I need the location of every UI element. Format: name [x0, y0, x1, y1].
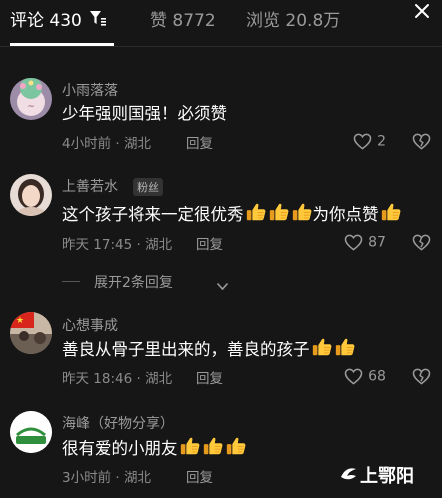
- comment-location: 湖北: [145, 237, 173, 253]
- comment-location: 湖北: [123, 470, 151, 486]
- comment-time: 昨天 18:46: [62, 371, 133, 387]
- svg-text:~: ~: [27, 102, 35, 112]
- tab-comments-count: 430: [49, 11, 82, 31]
- chevron-down-icon: [216, 276, 229, 295]
- reply-button[interactable]: 回复: [186, 132, 213, 152]
- like-button[interactable]: 87: [344, 232, 386, 251]
- thumbs-up-emoji: [245, 201, 267, 223]
- tab-views[interactable]: 浏览 20.8万: [246, 6, 340, 31]
- comment-meta: 昨天 17:45 · 湖北: [62, 237, 173, 253]
- watermark-swirl-icon: [341, 468, 356, 480]
- expand-divider: [62, 281, 80, 282]
- comment-username[interactable]: 小雨落落: [62, 80, 118, 100]
- filter-icon[interactable]: [89, 10, 106, 30]
- tab-views-label: 浏览: [246, 11, 280, 31]
- close-icon[interactable]: [414, 3, 430, 23]
- comment-location: 湖北: [123, 136, 151, 152]
- heart-outline-icon: [353, 133, 372, 150]
- expand-replies-label: 展开2条回复: [94, 275, 173, 291]
- broken-heart-icon[interactable]: [412, 133, 431, 154]
- comment-time: 昨天 17:45: [62, 237, 133, 253]
- fan-badge: 粉丝: [133, 178, 163, 196]
- comment-text-part: 这个孩子将来一定很优秀: [62, 205, 244, 224]
- comment-meta: 昨天 18:46 · 湖北: [62, 371, 173, 387]
- avatar[interactable]: ~: [10, 78, 52, 120]
- comment-username[interactable]: 上善若水: [62, 176, 118, 196]
- avatar[interactable]: [10, 411, 52, 453]
- thumbs-up-emoji: [202, 435, 224, 457]
- reply-button[interactable]: 回复: [196, 233, 223, 253]
- thumbs-up-emoji: [268, 201, 290, 223]
- tab-comments[interactable]: 评论 430: [10, 6, 82, 31]
- comment-text: 少年强则国强！必须赞: [62, 104, 227, 123]
- avatar[interactable]: [10, 174, 52, 216]
- broken-heart-icon[interactable]: [412, 368, 431, 389]
- thumbs-up-emoji: [334, 336, 356, 358]
- tab-likes[interactable]: 赞 8772: [150, 6, 216, 31]
- tab-likes-label: 赞: [150, 11, 167, 31]
- thumbs-up-emoji: [311, 336, 333, 358]
- thumbs-up-emoji: [179, 435, 201, 457]
- like-count: 68: [368, 368, 386, 385]
- comment-username[interactable]: 心想事成: [62, 315, 118, 335]
- like-button[interactable]: 2: [353, 131, 386, 150]
- comment-text-part: 善良从骨子里出来的，善良的孩子: [62, 340, 310, 359]
- like-button[interactable]: 68: [344, 366, 386, 385]
- avatar[interactable]: ★: [10, 312, 52, 354]
- comment-tabs-bar: 评论 430 赞 8772 浏览 20.8万: [0, 0, 442, 46]
- comment-username[interactable]: 海峰（好物分享）: [62, 413, 174, 433]
- like-count: 87: [368, 234, 386, 251]
- tab-comments-label: 评论: [10, 11, 44, 31]
- heart-outline-icon: [344, 368, 363, 385]
- comment-time: 3小时前: [62, 470, 112, 486]
- watermark-text: 上鄂阳: [360, 466, 414, 487]
- comment-location: 湖北: [145, 371, 173, 387]
- header-divider: [0, 46, 442, 47]
- expand-replies-button[interactable]: 展开2条回复: [62, 270, 362, 292]
- tab-likes-count: 8772: [172, 11, 216, 31]
- thumbs-up-emoji: [380, 201, 402, 223]
- reply-button[interactable]: 回复: [196, 367, 223, 387]
- heart-outline-icon: [344, 234, 363, 251]
- thumbs-up-emoji: [225, 435, 247, 457]
- like-count: 2: [377, 133, 387, 150]
- watermark-logo: 上鄂阳: [338, 460, 438, 488]
- comment-meta: 3小时前 · 湖北: [62, 470, 151, 486]
- reply-button[interactable]: 回复: [186, 466, 213, 486]
- broken-heart-icon[interactable]: [412, 234, 431, 255]
- comment-meta: 4小时前 · 湖北: [62, 136, 151, 152]
- comment-text: 这个孩子将来一定很优秀 为你点赞: [62, 201, 402, 225]
- comment-text-part: 很有爱的小朋友: [62, 439, 178, 458]
- comment-text: 很有爱的小朋友: [62, 435, 247, 459]
- comment-text: 善良从骨子里出来的，善良的孩子: [62, 336, 356, 360]
- thumbs-up-emoji: [291, 201, 313, 223]
- tab-views-count: 20.8万: [285, 11, 341, 31]
- comment-text-part: 为你点赞: [312, 205, 379, 224]
- comment-time: 4小时前: [62, 136, 112, 152]
- svg-text:★: ★: [16, 316, 24, 326]
